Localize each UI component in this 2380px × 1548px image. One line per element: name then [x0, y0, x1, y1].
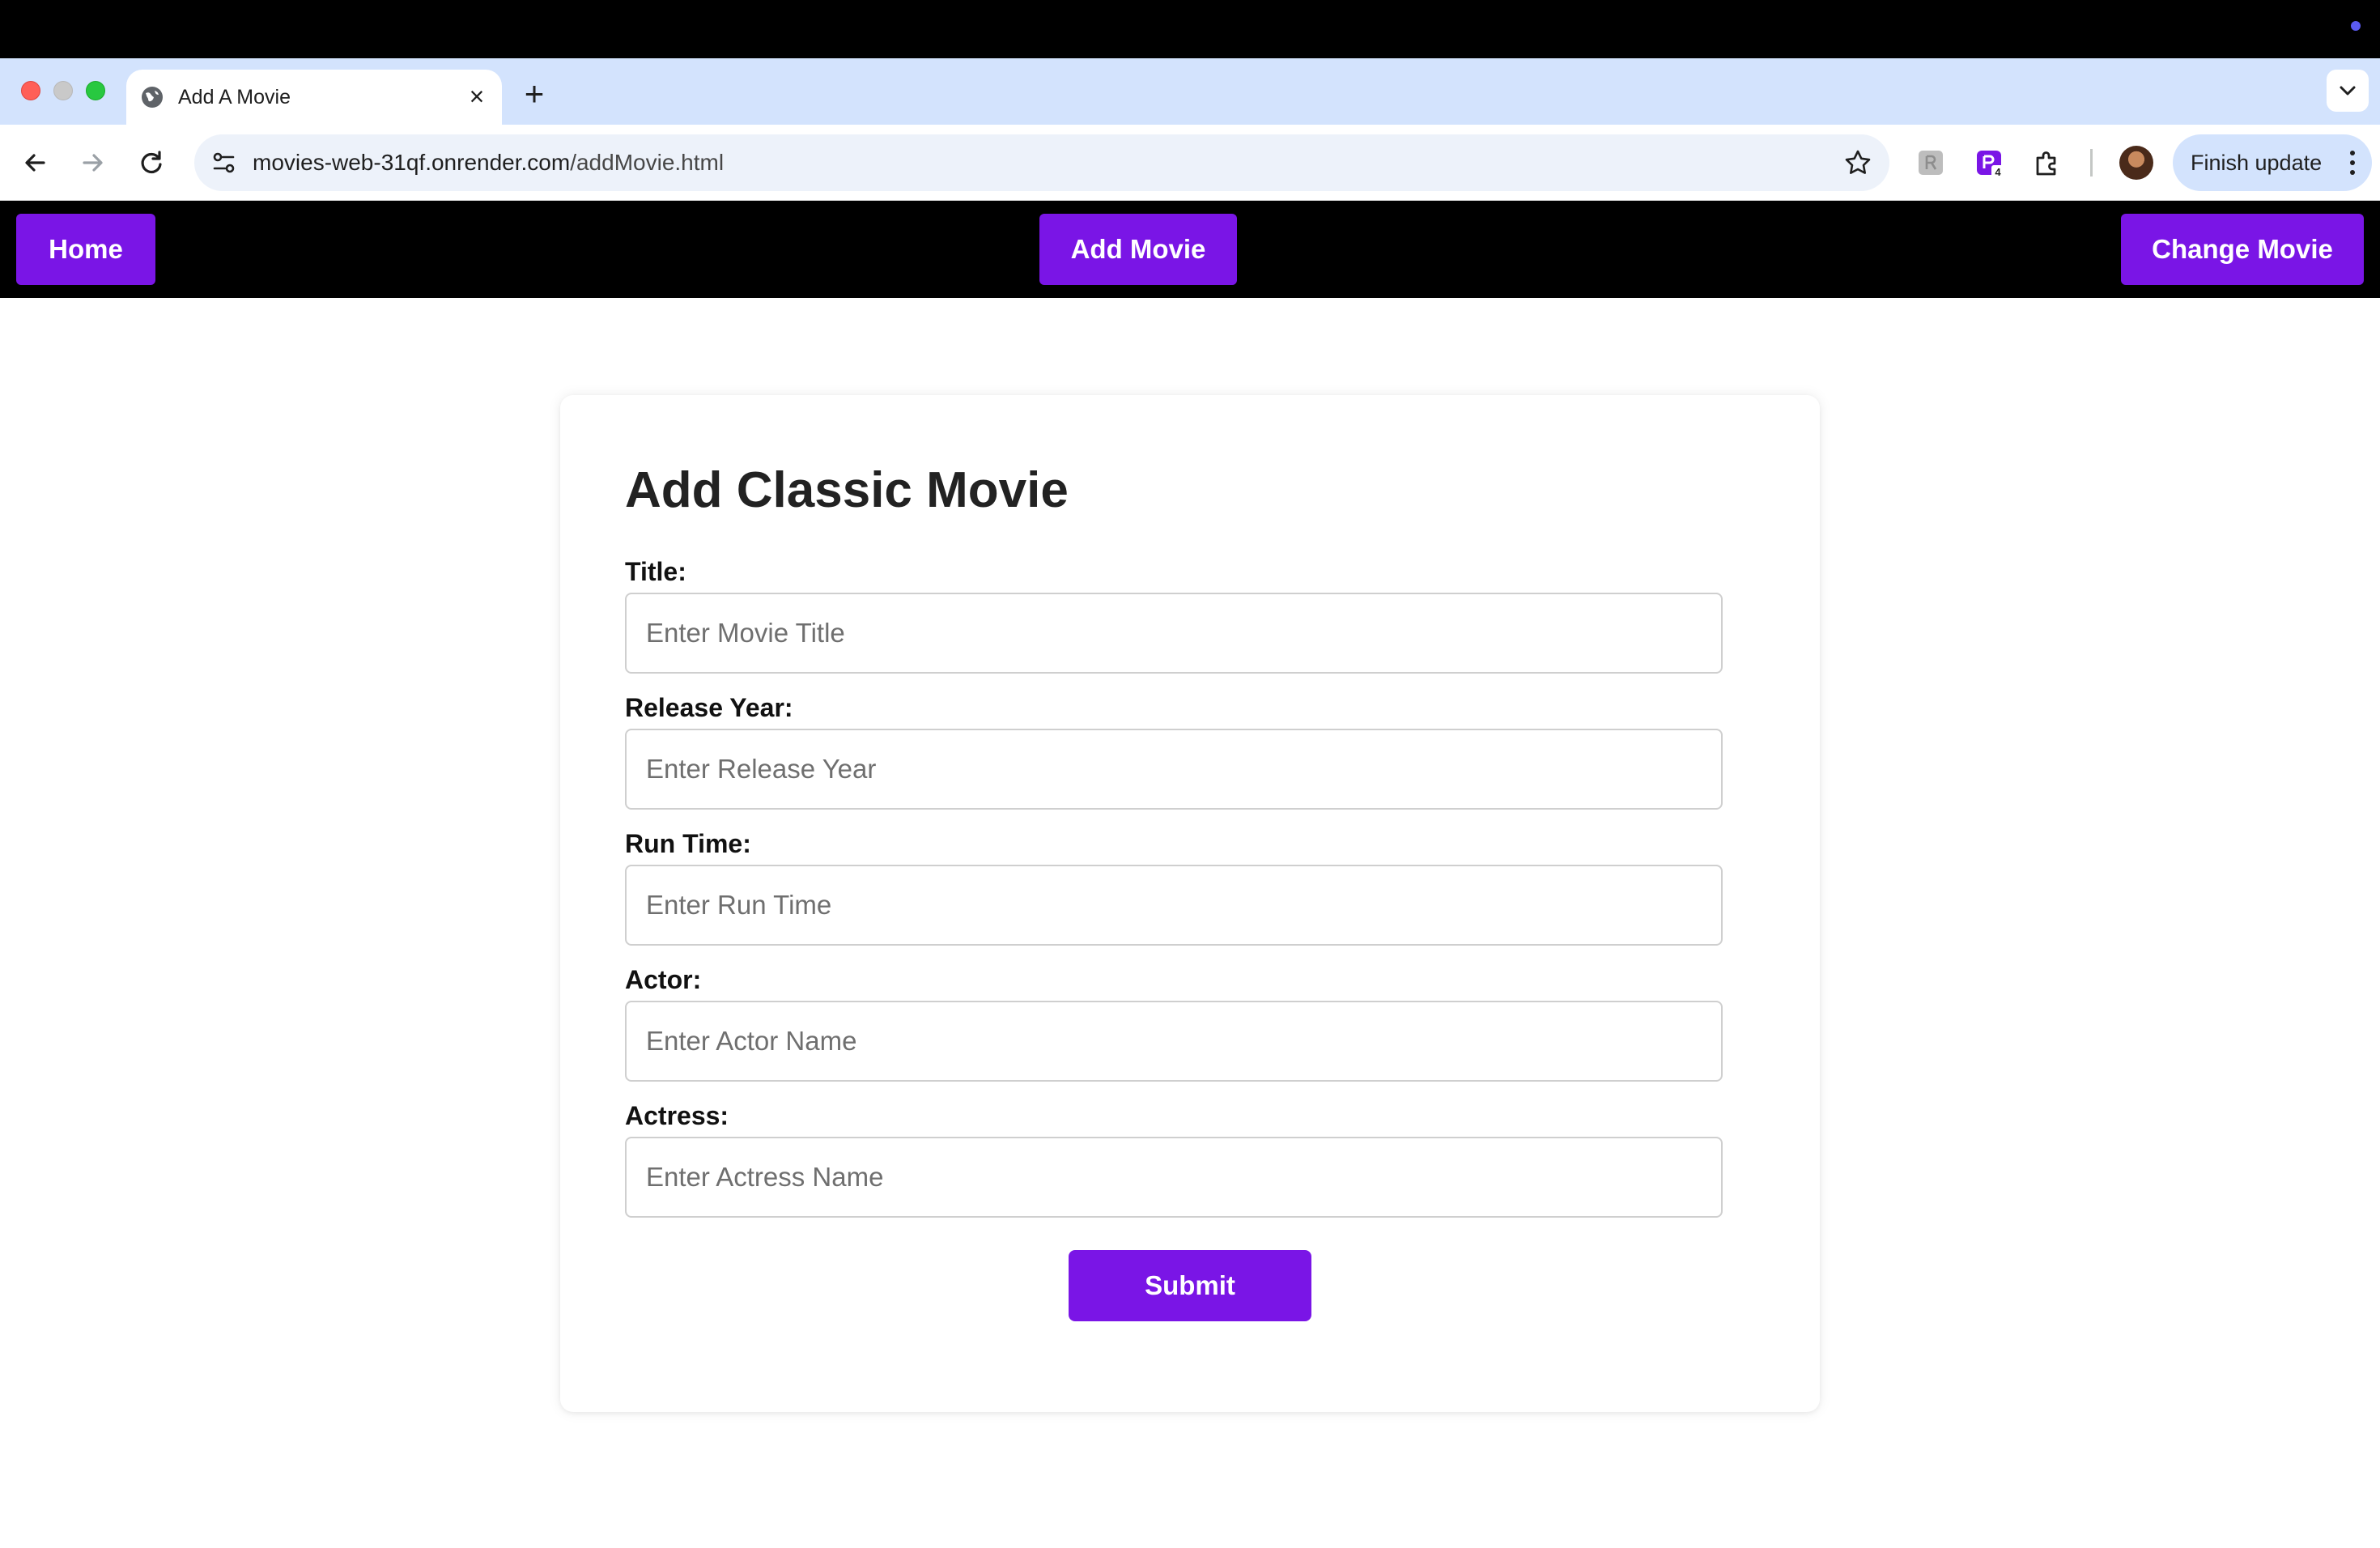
actor-input[interactable] — [625, 1001, 1723, 1082]
url-host: movies-web-31qf.onrender.com — [253, 150, 571, 175]
tab-title: Add A Movie — [178, 86, 291, 108]
site-nav-bar: Home Add Movie Change Movie — [0, 201, 2380, 298]
os-menu-bar — [0, 0, 2380, 58]
extension-badge: 4 — [1995, 166, 2001, 178]
extension-purple-icon[interactable]: 4 — [1972, 146, 2006, 180]
url-text[interactable]: movies-web-31qf.onrender.com/addMovie.ht… — [253, 150, 724, 176]
site-settings-icon[interactable] — [207, 146, 241, 180]
window-close-button[interactable] — [21, 81, 40, 100]
extensions-puzzle-icon[interactable] — [2030, 146, 2064, 180]
browser-toolbar: movies-web-31qf.onrender.com/addMovie.ht… — [0, 125, 2380, 201]
globe-icon — [142, 87, 163, 108]
submit-button[interactable]: Submit — [1069, 1250, 1311, 1321]
home-button[interactable]: Home — [16, 214, 155, 285]
actor-label: Actor: — [625, 965, 702, 994]
more-vert-icon — [2350, 151, 2355, 175]
finish-update-label: Finish update — [2191, 151, 2323, 175]
status-dot-icon — [2351, 21, 2361, 31]
back-arrow-icon[interactable] — [18, 146, 52, 180]
profile-avatar[interactable] — [2119, 146, 2153, 180]
browser-tab-active[interactable]: Add A Movie × — [126, 70, 502, 125]
finish-update-button[interactable]: Finish update — [2173, 134, 2372, 191]
window-zoom-button[interactable] — [86, 81, 105, 100]
add-movie-form-card: Add Classic Movie Title: Release Year: R… — [560, 395, 1820, 1412]
actress-label: Actress: — [625, 1101, 729, 1130]
title-input[interactable] — [625, 593, 1723, 674]
reload-icon[interactable] — [134, 146, 168, 180]
extension-gray-icon[interactable] — [1914, 146, 1948, 180]
run-time-label: Run Time: — [625, 829, 751, 858]
chevron-down-icon — [2340, 86, 2356, 96]
forward-arrow-icon[interactable] — [76, 146, 110, 180]
new-tab-button[interactable]: + — [518, 77, 550, 112]
actress-input[interactable] — [625, 1137, 1723, 1218]
tab-search-button[interactable] — [2327, 70, 2369, 112]
run-time-input[interactable] — [625, 865, 1723, 946]
title-label: Title: — [625, 557, 686, 586]
add-movie-button[interactable]: Add Movie — [1039, 214, 1237, 285]
browser-tab-strip: Add A Movie × + — [0, 58, 2380, 125]
window-minimize-button[interactable] — [53, 81, 73, 100]
page-title: Add Classic Movie — [625, 462, 1069, 518]
bookmark-star-icon[interactable] — [1841, 146, 1875, 180]
release-year-input[interactable] — [625, 729, 1723, 810]
address-bar[interactable]: movies-web-31qf.onrender.com/addMovie.ht… — [194, 134, 1889, 191]
url-path: /addMovie.html — [570, 150, 725, 175]
release-year-label: Release Year: — [625, 693, 793, 722]
toolbar-divider — [2090, 149, 2093, 176]
change-movie-button[interactable]: Change Movie — [2121, 214, 2364, 285]
tab-close-icon[interactable]: × — [463, 83, 491, 110]
